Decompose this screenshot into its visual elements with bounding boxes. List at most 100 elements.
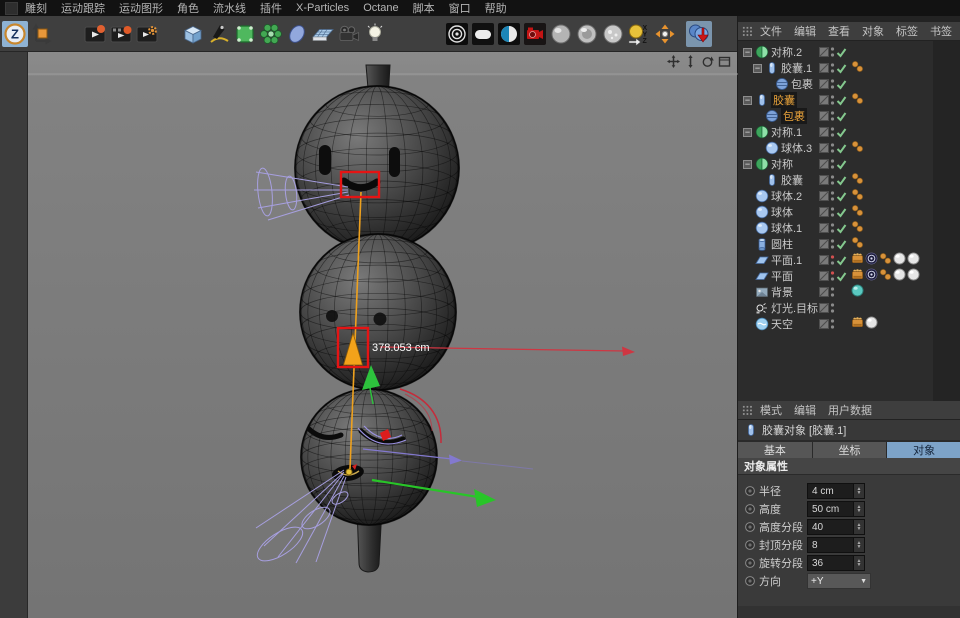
capsule-icon[interactable] xyxy=(754,93,770,107)
object-label[interactable]: 对称.2 xyxy=(771,44,802,60)
expander-icon[interactable]: − xyxy=(743,96,752,105)
expander-icon[interactable]: − xyxy=(743,48,752,57)
visibility-toggles[interactable] xyxy=(819,94,849,106)
deformer-icon[interactable] xyxy=(284,21,310,47)
tree-row-sphere[interactable]: 球体.2 xyxy=(738,188,960,204)
octane-camera-icon[interactable] xyxy=(522,21,548,47)
menubar-item-9[interactable]: 窗口 xyxy=(442,0,478,16)
visibility-toggles[interactable] xyxy=(819,174,849,186)
value-input[interactable]: 4 cm▲▼ xyxy=(807,483,865,499)
material-white[interactable] xyxy=(865,316,878,332)
visibility-toggles[interactable] xyxy=(819,62,849,74)
material-white[interactable] xyxy=(893,268,906,284)
light-target-icon[interactable] xyxy=(754,301,770,315)
value-input[interactable]: 8▲▼ xyxy=(807,537,865,553)
pan-view-icon[interactable] xyxy=(667,55,680,68)
visibility-toggles[interactable] xyxy=(819,126,849,138)
object-label[interactable]: 胶囊 xyxy=(781,172,803,188)
menubar-item-8[interactable]: 脚本 xyxy=(406,0,442,16)
stepper-arrows[interactable]: ▲▼ xyxy=(853,502,864,516)
tree-row-capsule[interactable]: −胶囊 xyxy=(738,92,960,108)
material-teal[interactable] xyxy=(851,284,864,300)
menubar-item-6[interactable]: X-Particles xyxy=(289,2,356,14)
object-label[interactable]: 球体.3 xyxy=(781,140,812,156)
am-menu-item-2[interactable]: 用户数据 xyxy=(822,402,878,418)
om-menu-item-5[interactable]: 书签 xyxy=(924,23,958,39)
material-white[interactable] xyxy=(907,268,920,284)
visibility-toggles[interactable] xyxy=(819,302,849,314)
object-label[interactable]: 包裹 xyxy=(781,108,807,124)
tree-row-sphere[interactable]: 球体.3 xyxy=(738,140,960,156)
viewport-3d[interactable]: 378.053 cm xyxy=(28,52,737,618)
subdivision-surface-icon[interactable] xyxy=(232,21,258,47)
visibility-toggles[interactable] xyxy=(819,254,849,266)
tree-row-plane[interactable]: 平面 xyxy=(738,268,960,284)
expander-icon[interactable]: − xyxy=(743,128,752,137)
material-white[interactable] xyxy=(893,252,906,268)
phong-pair[interactable] xyxy=(851,140,864,156)
visibility-toggles[interactable] xyxy=(819,158,849,170)
tab-对象[interactable]: 对象 xyxy=(887,442,960,458)
target-tag[interactable] xyxy=(865,268,878,284)
phong-pair[interactable] xyxy=(851,172,864,188)
panel-grip-icon[interactable] xyxy=(742,405,753,416)
tree-row-wrap[interactable]: 包裹 xyxy=(738,108,960,124)
visibility-toggles[interactable] xyxy=(819,222,849,234)
om-menu-item-3[interactable]: 对象 xyxy=(856,23,890,39)
visibility-toggles[interactable] xyxy=(819,270,849,282)
sky-icon[interactable] xyxy=(754,317,770,331)
tree-row-symmetry[interactable]: −对称 xyxy=(738,156,960,172)
object-label[interactable]: 胶囊.1 xyxy=(781,60,812,76)
visibility-toggles[interactable] xyxy=(819,78,849,90)
object-label[interactable]: 对称 xyxy=(771,156,793,172)
sphere-icon[interactable] xyxy=(754,221,770,235)
visibility-toggles[interactable] xyxy=(819,110,849,122)
visibility-toggles[interactable] xyxy=(819,190,849,202)
tree-row-sphere[interactable]: 球体.1 xyxy=(738,220,960,236)
sphere-icon[interactable] xyxy=(754,189,770,203)
wrap-icon[interactable] xyxy=(764,109,780,123)
tree-row-capsule[interactable]: 胶囊 xyxy=(738,172,960,188)
camera-icon[interactable] xyxy=(336,21,362,47)
menubar-item-4[interactable]: 流水线 xyxy=(206,0,253,16)
tree-row-sphere[interactable]: 球体 xyxy=(738,204,960,220)
phong-pair[interactable] xyxy=(851,60,864,76)
sphere-icon[interactable] xyxy=(754,205,770,219)
visibility-toggles[interactable] xyxy=(819,142,849,154)
wrap-icon[interactable] xyxy=(774,77,790,91)
compositing-tag[interactable] xyxy=(851,252,864,268)
tab-基本[interactable]: 基本 xyxy=(738,442,812,458)
live-viewer-icon[interactable] xyxy=(470,21,496,47)
menubar-item-10[interactable]: 帮助 xyxy=(478,0,514,16)
record-circle-icon[interactable] xyxy=(744,485,756,497)
cube-primitive-icon[interactable] xyxy=(180,21,206,47)
object-label[interactable]: 背景 xyxy=(771,284,793,300)
visibility-toggles[interactable] xyxy=(819,46,849,58)
object-label[interactable]: 圆柱 xyxy=(771,236,793,252)
object-label[interactable]: 对称.1 xyxy=(771,124,802,140)
am-menu-item-1[interactable]: 编辑 xyxy=(788,402,822,418)
modeling-group-icon[interactable] xyxy=(258,21,284,47)
expander-icon[interactable]: − xyxy=(753,64,762,73)
record-circle-icon[interactable] xyxy=(744,521,756,533)
om-menu-item-4[interactable]: 标签 xyxy=(890,23,924,39)
update-spheres-icon[interactable] xyxy=(686,21,712,47)
zbrush-z-icon[interactable]: Z xyxy=(2,21,28,47)
object-label[interactable]: 灯光.目标.1 xyxy=(771,300,819,316)
spline-pen-icon[interactable] xyxy=(206,21,232,47)
phong-pair[interactable] xyxy=(851,204,864,220)
om-menu-item-2[interactable]: 查看 xyxy=(822,23,856,39)
menubar-item-5[interactable]: 插件 xyxy=(253,0,289,16)
record-circle-icon[interactable] xyxy=(744,575,756,587)
object-label[interactable]: 平面 xyxy=(771,268,793,284)
compositing-tag[interactable] xyxy=(851,316,864,332)
panel-grip-icon[interactable] xyxy=(742,26,753,37)
light-icon[interactable] xyxy=(362,21,388,47)
app-icon[interactable] xyxy=(5,2,18,15)
om-menu-item-0[interactable]: 文件 xyxy=(754,23,788,39)
stepper-arrows[interactable]: ▲▼ xyxy=(853,484,864,498)
menubar-item-7[interactable]: Octane xyxy=(356,2,405,14)
record-circle-icon[interactable] xyxy=(744,539,756,551)
visibility-toggles[interactable] xyxy=(819,286,849,298)
phong-pair[interactable] xyxy=(879,252,892,268)
